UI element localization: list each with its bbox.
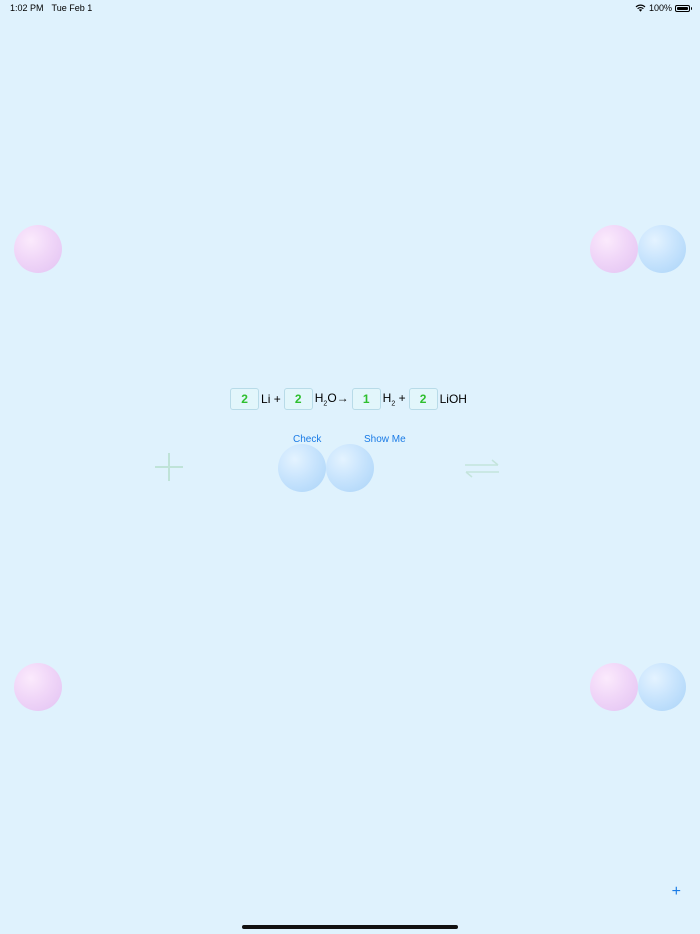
status-bar-left: 1:02 PM Tue Feb 1 (10, 3, 92, 13)
formula-h2: H2 + (382, 390, 406, 408)
lithium-atom-top-right (590, 225, 638, 273)
status-time: 1:02 PM (10, 3, 44, 13)
check-button[interactable]: Check (293, 434, 321, 445)
coefficient-h2[interactable]: 1 (351, 388, 381, 410)
status-bar-right: 100% (635, 3, 692, 13)
chemical-equation: 2 Li + 2 H2O→ 1 H2 + 2 LiOH (0, 387, 700, 411)
coefficient-lioh[interactable]: 2 (408, 388, 438, 410)
home-indicator[interactable] (242, 925, 458, 929)
hydrogen-atom-center-left (278, 444, 326, 492)
plus-icon (155, 453, 183, 481)
formula-h2o: H2O→ (314, 390, 349, 408)
status-date: Tue Feb 1 (51, 3, 93, 13)
battery-percent: 100% (648, 3, 672, 13)
show-me-button[interactable]: Show Me (364, 434, 406, 445)
lithium-atom-bottom-left (14, 663, 62, 711)
hydrogen-atom-top-right (638, 225, 686, 273)
wifi-icon (635, 4, 646, 12)
lithium-atom-bottom-right (590, 663, 638, 711)
hydrogen-atom-center-right (326, 444, 374, 492)
lithium-atom-top-left (14, 225, 62, 273)
reaction-arrow: → (336, 390, 349, 405)
add-button[interactable]: + (672, 884, 681, 900)
hydrogen-atom-bottom-right (638, 663, 686, 711)
coefficient-h2o[interactable]: 2 (283, 388, 313, 410)
formula-lioh: LiOH (439, 392, 467, 406)
battery-icon (675, 4, 692, 12)
coefficient-li[interactable]: 2 (230, 388, 260, 410)
formula-li: Li + (261, 392, 281, 406)
equilibrium-arrows-icon (465, 459, 499, 478)
